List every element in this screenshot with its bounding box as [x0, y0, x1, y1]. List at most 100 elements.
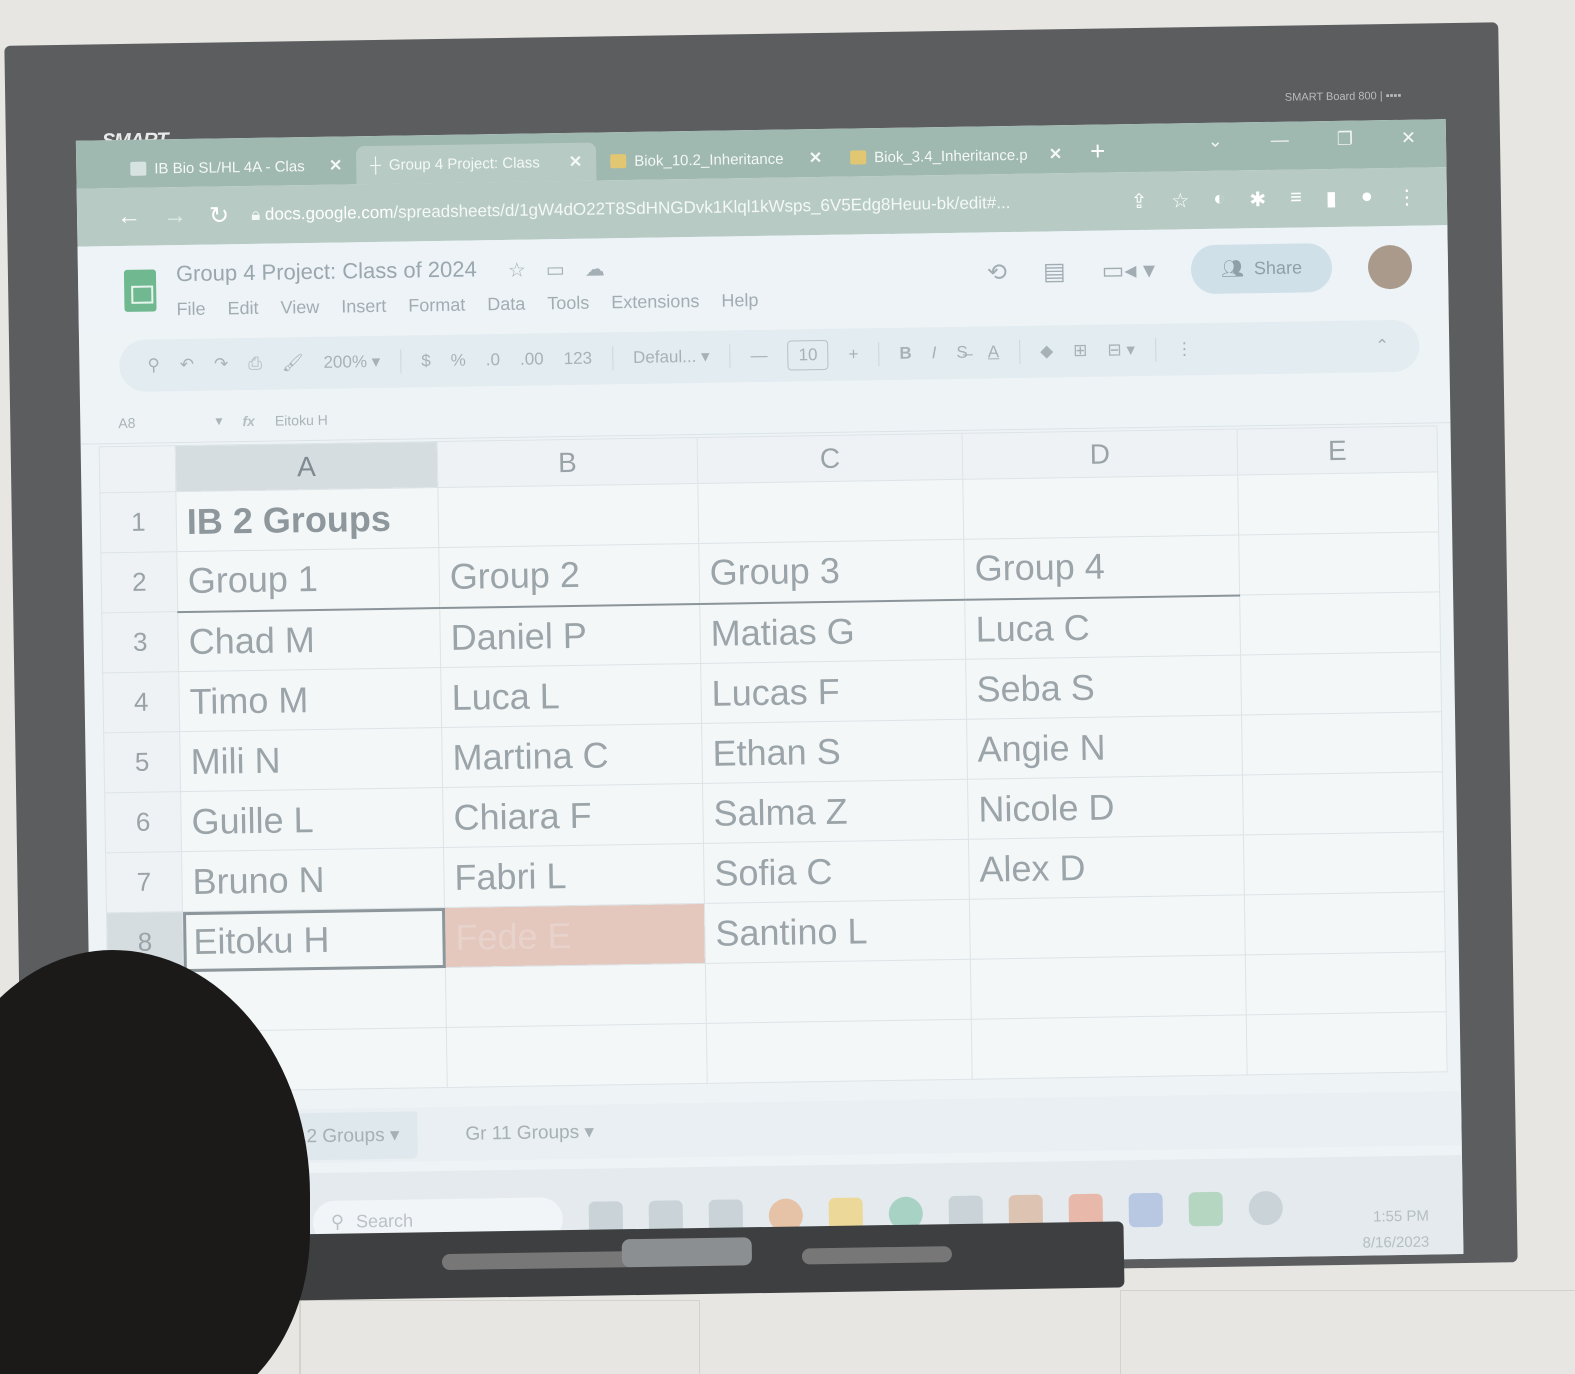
cell-e6[interactable] — [1242, 771, 1444, 835]
browser-tab-1[interactable]: IB Bio SL/HL 4A - Clas ✕ — [116, 146, 357, 188]
cell-a2[interactable]: Group 1 — [176, 547, 440, 612]
cell-a6[interactable]: Guille L — [180, 787, 444, 852]
chevron-down-icon[interactable]: ⌄ — [1208, 131, 1223, 152]
percent-button[interactable]: % — [451, 351, 466, 371]
column-header-c[interactable]: C — [697, 433, 963, 484]
cell-a5[interactable]: Mili N — [179, 727, 443, 792]
cloud-status-icon[interactable]: ☁ — [585, 256, 605, 281]
sidepanel-icon[interactable]: ▮ — [1326, 185, 1337, 210]
cell-d5[interactable]: Angie N — [966, 714, 1243, 780]
select-all-corner[interactable] — [99, 445, 176, 493]
cell-c2[interactable]: Group 3 — [698, 539, 965, 604]
row-header[interactable]: 2 — [100, 551, 178, 613]
search-icon[interactable]: ⚲ — [147, 355, 160, 375]
cell-c5[interactable]: Ethan S — [701, 719, 968, 784]
cell-c4[interactable]: Lucas F — [700, 659, 967, 724]
cell-e1[interactable] — [1237, 471, 1439, 535]
cell-b8[interactable]: Fede E — [444, 903, 706, 968]
move-folder-icon[interactable]: ▭ — [546, 257, 565, 282]
text-color-button[interactable]: A — [988, 342, 1000, 362]
sheet-tab-gr11[interactable]: Gr 11 Groups ▾ — [447, 1108, 612, 1158]
cell-a7[interactable]: Bruno N — [181, 847, 445, 912]
word-icon[interactable] — [1128, 1192, 1164, 1227]
formula-input[interactable]: Eitoku H — [275, 411, 328, 428]
cell-c10[interactable] — [706, 1019, 973, 1084]
column-header-d[interactable]: D — [962, 428, 1238, 480]
cell-e7[interactable] — [1243, 831, 1445, 895]
undo-icon[interactable]: ↶ — [180, 355, 195, 375]
font-select[interactable]: Defaul... ▾ — [633, 347, 710, 368]
print-icon[interactable]: ⎙ — [248, 354, 262, 374]
menu-edit[interactable]: Edit — [227, 298, 258, 319]
increase-decimal-button[interactable]: .00 — [520, 349, 544, 369]
cell-b7[interactable]: Fabri L — [443, 843, 705, 908]
cell-c6[interactable]: Salma Z — [702, 779, 969, 844]
cell-b5[interactable]: Martina C — [441, 723, 703, 788]
comments-icon[interactable]: ▤ — [1043, 257, 1066, 286]
browser-tab-4[interactable]: Biok_3.4_Inheritance.p ✕ — [836, 135, 1077, 177]
cell-a8-selected[interactable]: Eitoku H — [182, 907, 446, 972]
italic-button[interactable]: I — [932, 343, 937, 363]
restore-icon[interactable]: ❐ — [1337, 129, 1353, 150]
browser-tab-3[interactable]: Biok_10.2_Inheritance ✕ — [596, 139, 837, 181]
meet-icon[interactable]: ▭◂ ▾ — [1101, 256, 1155, 286]
cell-d1[interactable] — [962, 474, 1239, 540]
menu-extensions[interactable]: Extensions — [611, 291, 699, 313]
row-header[interactable]: 4 — [102, 671, 180, 733]
font-size-increase-icon[interactable]: + — [848, 344, 858, 364]
system-clock[interactable]: 1:55 PM 8/16/2023 — [1362, 1204, 1430, 1257]
cell-c8[interactable]: Santino L — [704, 899, 971, 964]
bookmark-star-icon[interactable]: ☆ — [1171, 188, 1189, 213]
extension-icon[interactable]: ◐ — [1213, 187, 1225, 212]
more-vert-icon[interactable]: ⋮ — [1397, 184, 1417, 209]
menu-insert[interactable]: Insert — [341, 296, 386, 318]
close-window-icon[interactable]: ✕ — [1401, 128, 1416, 149]
borders-icon[interactable]: ⊞ — [1073, 341, 1088, 361]
row-header[interactable]: 5 — [103, 731, 181, 793]
redo-icon[interactable]: ↷ — [214, 354, 229, 374]
avatar[interactable] — [1367, 244, 1413, 289]
browser-tab-2[interactable]: ┼ Group 4 Project: Class ✕ — [355, 142, 597, 185]
minimize-icon[interactable]: — — [1271, 130, 1289, 151]
menu-format[interactable]: Format — [408, 295, 465, 317]
share-button[interactable]: 👥︎ Share — [1190, 242, 1333, 295]
paint-format-icon[interactable]: 🖌︎ — [282, 353, 304, 373]
close-icon[interactable]: ✕ — [1049, 144, 1063, 164]
column-header-a[interactable]: A — [175, 441, 438, 492]
more-vert-icon[interactable]: ⋮ — [1176, 339, 1193, 359]
font-size-decrease-icon[interactable]: — — [750, 346, 767, 366]
column-header-e[interactable]: E — [1237, 425, 1438, 475]
profile-icon[interactable]: ● — [1361, 185, 1373, 210]
decrease-decimal-button[interactable]: .0 — [486, 350, 500, 370]
cell-d8[interactable] — [969, 894, 1246, 960]
close-icon[interactable]: ✕ — [809, 148, 823, 168]
name-box[interactable]: A8 — [118, 414, 135, 430]
cell-d2[interactable]: Group 4 — [963, 534, 1240, 600]
close-icon[interactable]: ✕ — [329, 156, 343, 176]
document-title[interactable]: Group 4 Project: Class of 2024 — [176, 256, 477, 287]
cell-c3[interactable]: Matias G — [699, 599, 966, 664]
app-icon[interactable] — [1248, 1190, 1284, 1225]
puzzle-icon[interactable]: ✱ — [1249, 187, 1266, 212]
cell-b3[interactable]: Daniel P — [439, 603, 701, 668]
cell-d4[interactable]: Seba S — [965, 654, 1242, 720]
cell-d7[interactable]: Alex D — [968, 834, 1245, 900]
row-header[interactable]: 7 — [105, 851, 183, 913]
back-icon[interactable]: ← — [117, 203, 141, 231]
cell-d10[interactable] — [971, 1014, 1248, 1080]
cell-b2[interactable]: Group 2 — [438, 543, 700, 608]
strikethrough-icon[interactable]: S̶ — [956, 343, 968, 363]
media-icon[interactable]: ≡ — [1290, 186, 1302, 211]
cell-d3[interactable]: Luca C — [964, 594, 1241, 660]
reload-icon[interactable]: ↻ — [209, 201, 230, 230]
cell-c9[interactable] — [705, 959, 972, 1024]
new-tab-button[interactable]: + — [1076, 135, 1120, 173]
cell-b1[interactable] — [437, 483, 699, 548]
menu-tools[interactable]: Tools — [547, 293, 589, 315]
cell-e4[interactable] — [1240, 651, 1442, 715]
cell-e8[interactable] — [1244, 891, 1446, 955]
font-size-input[interactable]: 10 — [787, 339, 829, 371]
cell-d9[interactable] — [970, 954, 1247, 1020]
version-history-icon[interactable]: ⟲ — [987, 258, 1008, 287]
chevron-down-icon[interactable]: ▾ — [215, 412, 222, 429]
